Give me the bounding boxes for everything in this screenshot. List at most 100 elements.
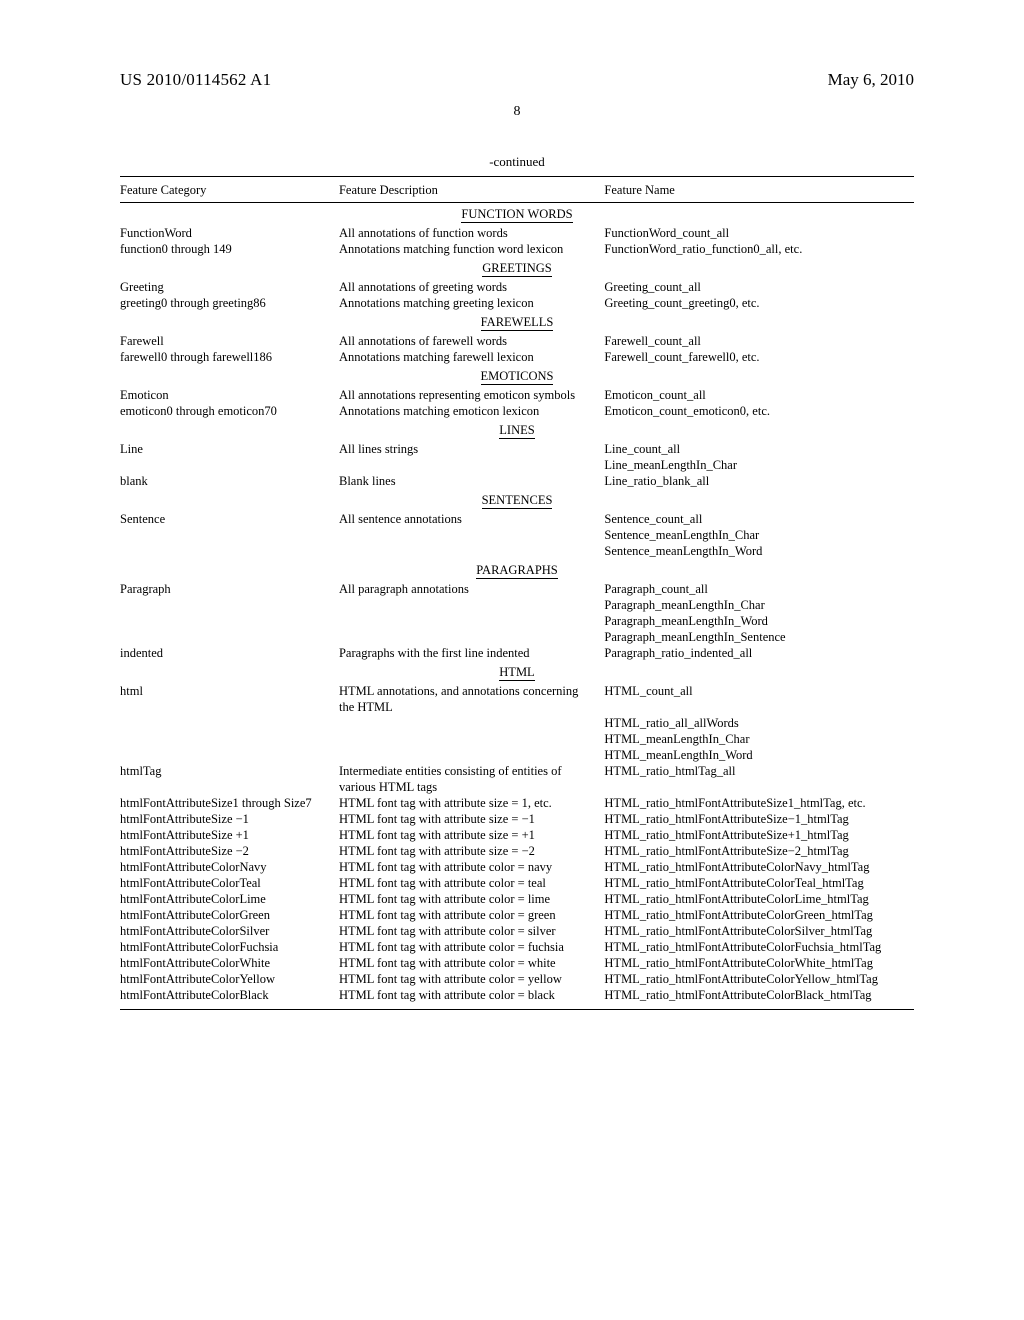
cell-description: Blank lines [339, 473, 604, 489]
section-title: GREETINGS [482, 261, 551, 277]
table-row: htmlFontAttributeColorTealHTML font tag … [120, 875, 914, 891]
cell-description: HTML font tag with attribute size = +1 [339, 827, 604, 843]
col-header-name: Feature Name [604, 183, 914, 198]
cell-category: htmlFontAttributeColorLime [120, 891, 339, 907]
table-row: farewell0 through farewell186Annotations… [120, 349, 914, 365]
table-row: LineAll lines stringsLine_count_all [120, 441, 914, 457]
cell-description: All lines strings [339, 441, 604, 457]
table-row: htmlFontAttributeColorGreenHTML font tag… [120, 907, 914, 923]
cell-name: HTML_ratio_htmlFontAttributeSize1_htmlTa… [604, 795, 914, 811]
cell-category: htmlTag [120, 763, 339, 795]
table-row: HTML_meanLengthIn_Word [120, 747, 914, 763]
cell-name: HTML_count_all [604, 683, 914, 715]
cell-description: HTML font tag with attribute color = nav… [339, 859, 604, 875]
table-row: htmlTagIntermediate entities consisting … [120, 763, 914, 795]
table-row: HTML_meanLengthIn_Char [120, 731, 914, 747]
cell-category [120, 715, 339, 731]
cell-description [339, 527, 604, 543]
cell-description: Intermediate entities consisting of enti… [339, 763, 604, 795]
cell-description: All annotations of function words [339, 225, 604, 241]
cell-description: HTML font tag with attribute color = sil… [339, 923, 604, 939]
cell-name: Greeting_count_all [604, 279, 914, 295]
table-row: FunctionWordAll annotations of function … [120, 225, 914, 241]
cell-category: FunctionWord [120, 225, 339, 241]
cell-category: htmlFontAttributeSize −2 [120, 843, 339, 859]
cell-name: HTML_ratio_all_allWords [604, 715, 914, 731]
cell-category [120, 527, 339, 543]
cell-category: htmlFontAttributeColorSilver [120, 923, 339, 939]
cell-description: Annotations matching function word lexic… [339, 241, 604, 257]
cell-name: Emoticon_count_all [604, 387, 914, 403]
cell-category: Farewell [120, 333, 339, 349]
table-row: SentenceAll sentence annotationsSentence… [120, 511, 914, 527]
cell-description: HTML font tag with attribute color = fuc… [339, 939, 604, 955]
cell-category [120, 629, 339, 645]
table-row: htmlFontAttributeSize +1HTML font tag wi… [120, 827, 914, 843]
cell-name: Line_count_all [604, 441, 914, 457]
cell-category: htmlFontAttributeColorFuchsia [120, 939, 339, 955]
table-row: indentedParagraphs with the first line i… [120, 645, 914, 661]
cell-name: Paragraph_meanLengthIn_Sentence [604, 629, 914, 645]
cell-description: Annotations matching farewell lexicon [339, 349, 604, 365]
cell-name: HTML_ratio_htmlFontAttributeColorWhite_h… [604, 955, 914, 971]
cell-name: HTML_ratio_htmlFontAttributeColorBlack_h… [604, 987, 914, 1003]
cell-name: Sentence_meanLengthIn_Word [604, 543, 914, 559]
section-heading: HTML [120, 661, 914, 683]
cell-description: All annotations representing emoticon sy… [339, 387, 604, 403]
cell-description [339, 613, 604, 629]
section-title: FAREWELLS [481, 315, 554, 331]
cell-name: Line_ratio_blank_all [604, 473, 914, 489]
cell-name: HTML_meanLengthIn_Char [604, 731, 914, 747]
table-row: htmlFontAttributeColorBlackHTML font tag… [120, 987, 914, 1003]
cell-description: HTML font tag with attribute color = bla… [339, 987, 604, 1003]
table-row: htmlFontAttributeSize1 through Size7 HTML… [120, 795, 914, 811]
cell-category: emoticon0 through emoticon70 [120, 403, 339, 419]
cell-category: indented [120, 645, 339, 661]
cell-name: Emoticon_count_emoticon0, etc. [604, 403, 914, 419]
cell-description [339, 715, 604, 731]
table-header-row: Feature Category Feature Description Fea… [120, 177, 914, 203]
cell-category [120, 613, 339, 629]
cell-description [339, 747, 604, 763]
table-row: FarewellAll annotations of farewell word… [120, 333, 914, 349]
table-row: blankBlank linesLine_ratio_blank_all [120, 473, 914, 489]
cell-description: HTML font tag with attribute color = lim… [339, 891, 604, 907]
cell-name: HTML_ratio_htmlFontAttributeColorTeal_ht… [604, 875, 914, 891]
table-row: emoticon0 through emoticon70Annotations … [120, 403, 914, 419]
section-heading: FUNCTION WORDS [120, 203, 914, 225]
cell-category: htmlFontAttributeColorWhite [120, 955, 339, 971]
col-header-description: Feature Description [339, 183, 604, 198]
publication-date: May 6, 2010 [828, 70, 914, 90]
cell-name: Paragraph_ratio_indented_all [604, 645, 914, 661]
section-heading: FAREWELLS [120, 311, 914, 333]
cell-name: HTML_ratio_htmlFontAttributeColorSilver_… [604, 923, 914, 939]
cell-category: greeting0 through greeting86 [120, 295, 339, 311]
table-row: htmlFontAttributeColorFuchsiaHTML font t… [120, 939, 914, 955]
cell-category: htmlFontAttributeSize +1 [120, 827, 339, 843]
cell-description: All paragraph annotations [339, 581, 604, 597]
cell-description [339, 629, 604, 645]
cell-description [339, 457, 604, 473]
cell-category: htmlFontAttributeSize1 through Size7 [120, 795, 339, 811]
table-row: greeting0 through greeting86Annotations … [120, 295, 914, 311]
cell-category: htmlFontAttributeColorYellow [120, 971, 339, 987]
cell-category: Paragraph [120, 581, 339, 597]
cell-category: htmlFontAttributeColorGreen [120, 907, 339, 923]
cell-description [339, 597, 604, 613]
cell-description: HTML font tag with attribute color = whi… [339, 955, 604, 971]
cell-description: All sentence annotations [339, 511, 604, 527]
table-row: htmlFontAttributeSize −2HTML font tag wi… [120, 843, 914, 859]
section-title: PARAGRAPHS [476, 563, 558, 579]
cell-category [120, 597, 339, 613]
table-row: EmoticonAll annotations representing emo… [120, 387, 914, 403]
section-title: SENTENCES [482, 493, 553, 509]
cell-description [339, 543, 604, 559]
cell-name: Sentence_meanLengthIn_Char [604, 527, 914, 543]
cell-name: Paragraph_count_all [604, 581, 914, 597]
cell-category: htmlFontAttributeSize −1 [120, 811, 339, 827]
table-row: GreetingAll annotations of greeting word… [120, 279, 914, 295]
cell-description: HTML font tag with attribute size = −2 [339, 843, 604, 859]
cell-category: Greeting [120, 279, 339, 295]
section-title: LINES [499, 423, 534, 439]
cell-description: All annotations of greeting words [339, 279, 604, 295]
